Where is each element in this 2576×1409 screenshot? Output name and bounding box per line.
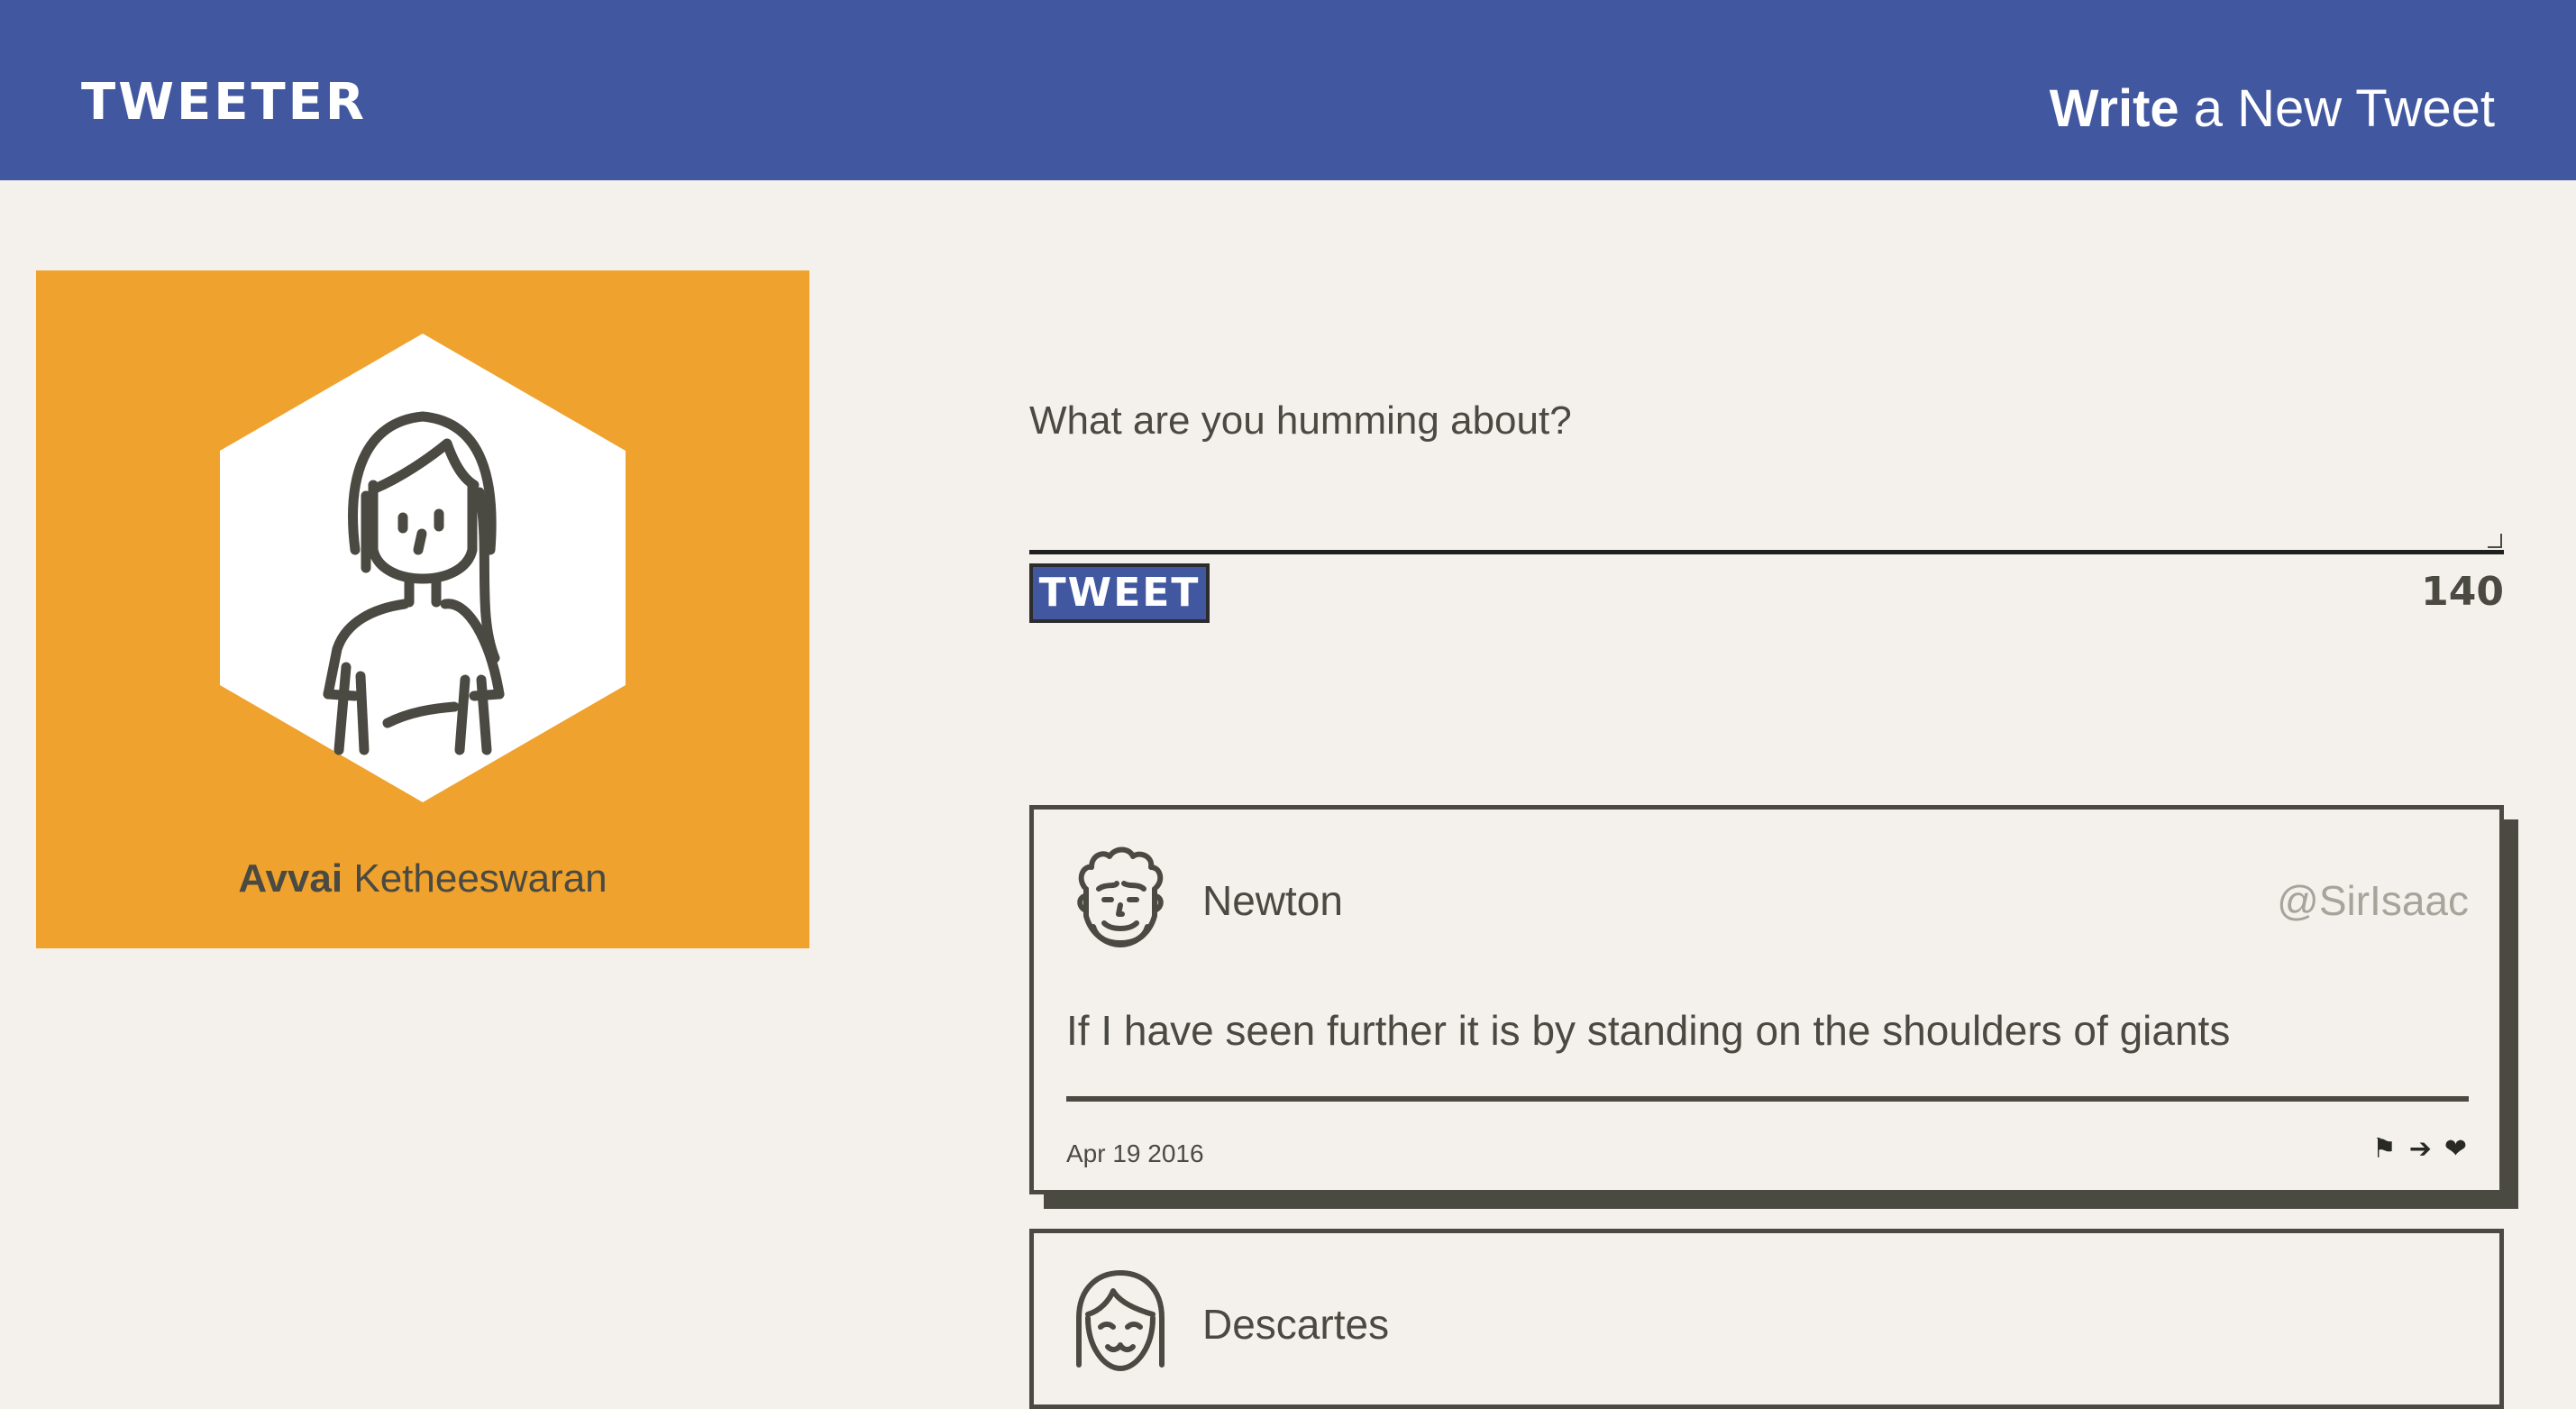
profile-last-name: Ketheeswaran bbox=[343, 856, 607, 901]
retweet-icon[interactable]: ➔ bbox=[2409, 1136, 2432, 1163]
profile-card: Avvai Ketheeswaran bbox=[36, 270, 809, 948]
girl-avatar-icon bbox=[220, 334, 626, 802]
tweet-author-name: Newton bbox=[1202, 877, 1343, 924]
profile-name: Avvai Ketheeswaran bbox=[36, 856, 809, 901]
tweet-date: Apr 19 2016 bbox=[1066, 1139, 1204, 1167]
write-new-tweet-button[interactable]: Write a New Tweet bbox=[2050, 83, 2495, 135]
compose-toggle-strong: Write bbox=[2049, 79, 2179, 138]
character-counter: 140 bbox=[2421, 569, 2504, 615]
tweet-submit-button[interactable]: TWEET bbox=[1029, 563, 1210, 623]
tweet-body: If I have seen further it is by standing… bbox=[1066, 1007, 2231, 1054]
heart-icon[interactable]: ❤ bbox=[2444, 1136, 2467, 1163]
tweet-composer: TWEET 140 bbox=[1029, 379, 2504, 636]
tweet-card: Newton @SirIsaac If I have seen further … bbox=[1029, 805, 2504, 1194]
tweet-author-name: Descartes bbox=[1202, 1301, 1390, 1348]
tweet-card: Descartes bbox=[1029, 1229, 2504, 1409]
tweet-author-handle: @SirIsaac bbox=[2277, 877, 2469, 924]
bob-hair-avatar-icon bbox=[1064, 1264, 1176, 1376]
tweet-divider bbox=[1066, 1096, 2469, 1102]
top-nav-bar: TWEETER Write a New Tweet bbox=[0, 0, 2576, 180]
curly-hair-man-avatar-icon bbox=[1064, 840, 1176, 952]
tweet-actions: ⚑ ➔ ❤ bbox=[2372, 1136, 2467, 1163]
app-logo[interactable]: TWEETER bbox=[81, 78, 367, 128]
compose-toggle-rest: a New Tweet bbox=[2179, 79, 2495, 138]
profile-first-name: Avvai bbox=[238, 856, 343, 901]
tweet-input[interactable] bbox=[1029, 379, 2504, 554]
composer-actions: TWEET 140 bbox=[1029, 563, 2504, 636]
resize-handle-icon[interactable] bbox=[2488, 534, 2502, 548]
flag-icon[interactable]: ⚑ bbox=[2372, 1136, 2397, 1163]
